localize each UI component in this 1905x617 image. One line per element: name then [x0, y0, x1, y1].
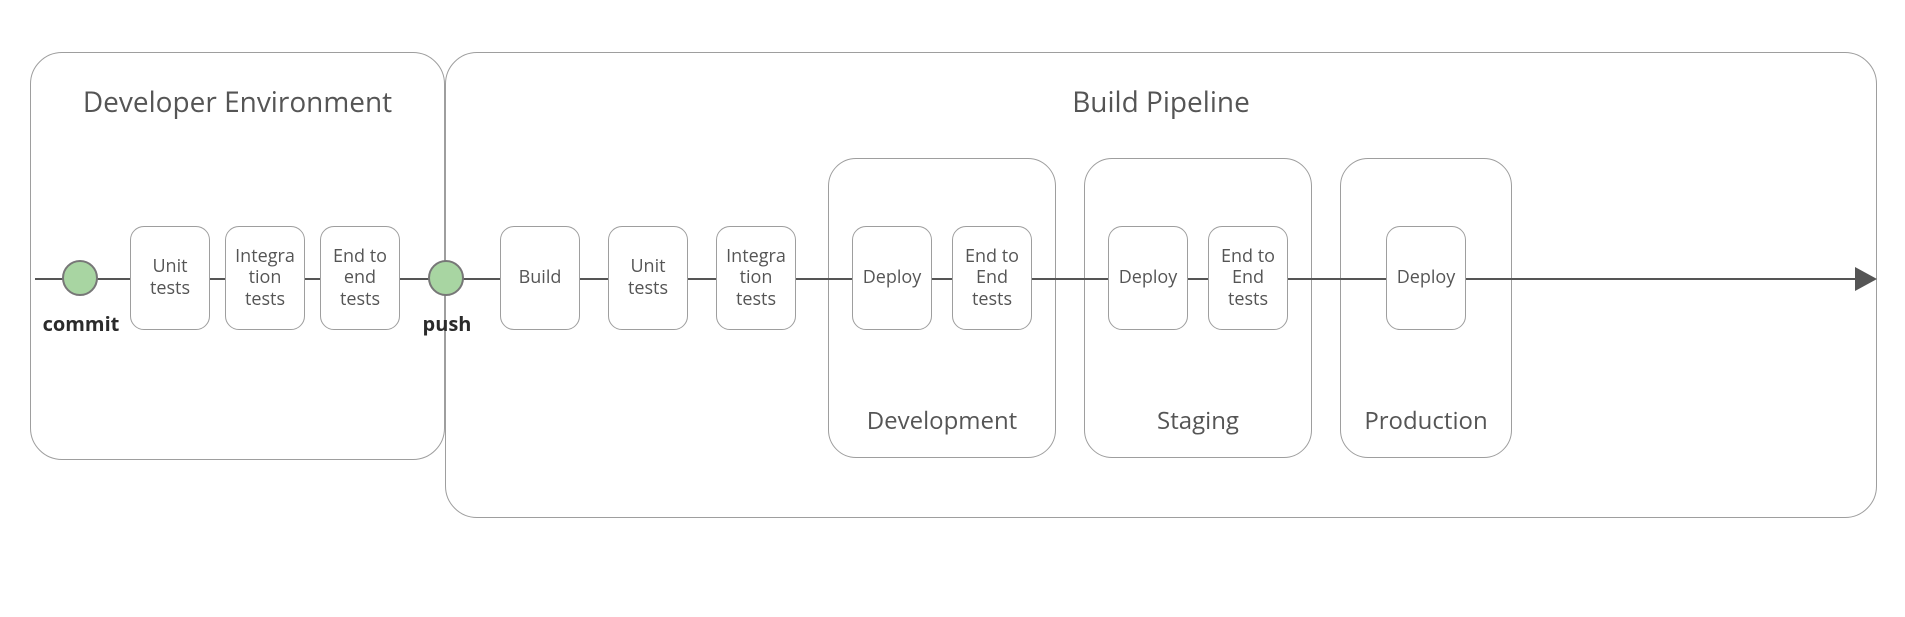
- step-label: Deploy: [1119, 267, 1178, 289]
- step-pipe-unit: Unit tests: [608, 226, 688, 330]
- step-label: Integra tion tests: [230, 246, 300, 311]
- step-label: Unit tests: [135, 256, 205, 299]
- pipeline-panel-title: Build Pipeline: [446, 83, 1876, 121]
- push-label: push: [412, 310, 482, 337]
- step-pipe-integration: Integra tion tests: [716, 226, 796, 330]
- step-dev-integration: Integra tion tests: [225, 226, 305, 330]
- step-label: End to end tests: [325, 246, 395, 311]
- developer-panel-title: Developer Environment: [31, 83, 444, 121]
- step-build: Build: [500, 226, 580, 330]
- step-label: End to End tests: [1213, 246, 1283, 311]
- flow-line: [35, 278, 1855, 280]
- step-label: End to End tests: [957, 246, 1027, 311]
- step-label: Integra tion tests: [721, 246, 791, 311]
- env-production-title: Production: [1341, 404, 1511, 437]
- commit-dot: [62, 260, 98, 296]
- step-dev-unit: Unit tests: [130, 226, 210, 330]
- step-stg-e2e: End to End tests: [1208, 226, 1288, 330]
- step-dev-deploy: Deploy: [852, 226, 932, 330]
- step-prod-deploy: Deploy: [1386, 226, 1466, 330]
- step-dev-e2e-env: End to End tests: [952, 226, 1032, 330]
- env-staging-title: Staging: [1085, 404, 1311, 437]
- arrowhead-icon: [1855, 267, 1877, 291]
- step-stg-deploy: Deploy: [1108, 226, 1188, 330]
- step-label: Unit tests: [613, 256, 683, 299]
- step-label: Deploy: [863, 267, 922, 289]
- step-label: Build: [519, 267, 562, 289]
- step-dev-e2e: End to end tests: [320, 226, 400, 330]
- commit-label: commit: [38, 310, 124, 337]
- pipeline-diagram: Developer Environment commit Unit tests …: [0, 0, 1905, 617]
- push-dot: [428, 260, 464, 296]
- step-label: Deploy: [1397, 267, 1456, 289]
- env-development-title: Development: [829, 404, 1055, 437]
